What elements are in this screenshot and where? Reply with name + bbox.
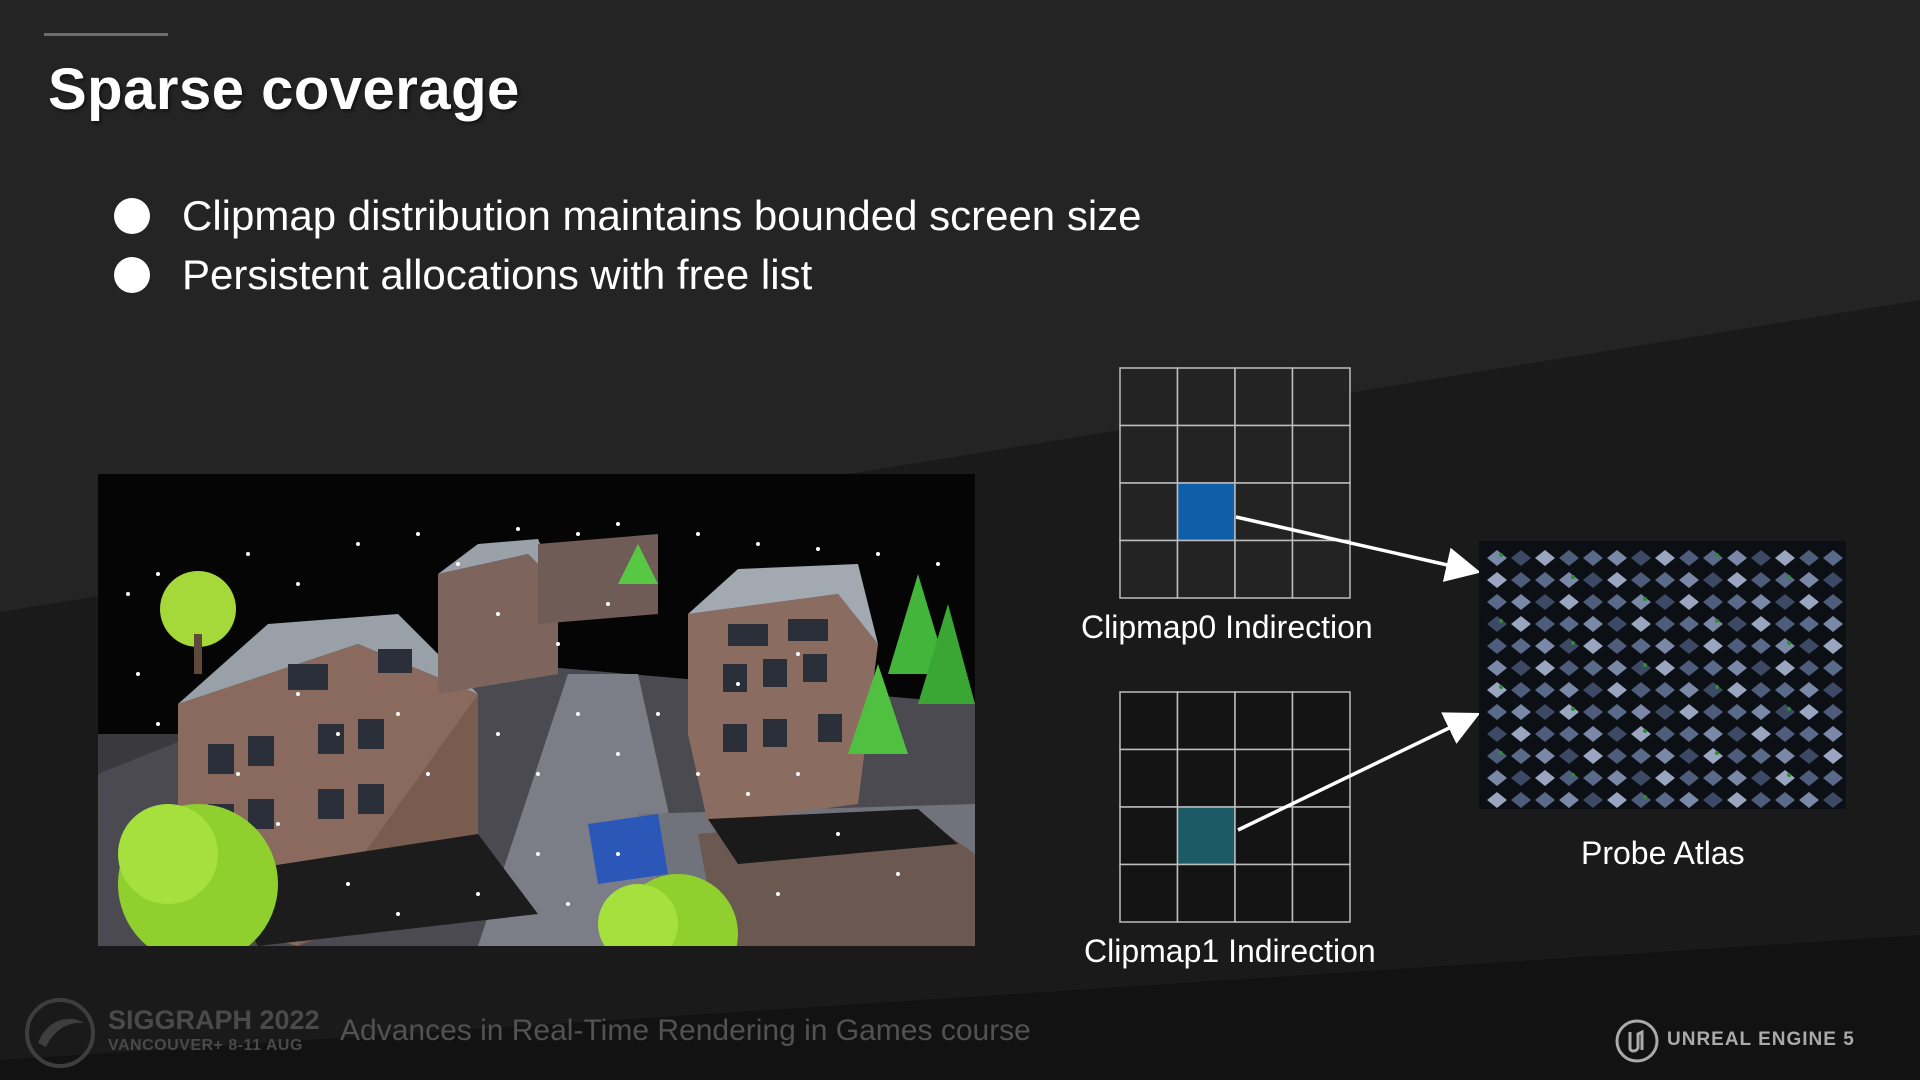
engine-name: UNREAL ENGINE 5 [1667, 1029, 1855, 1050]
slide-title: Sparse coverage [48, 57, 520, 122]
atlas-probe-speck [1643, 795, 1647, 799]
probe-atlas-label: Probe Atlas [1581, 835, 1745, 871]
slide: Sparse coverage Clipmap distribution mai… [0, 0, 1920, 1080]
conference-name: SIGGRAPH 2022 [108, 1005, 320, 1035]
atlas-probe-speck [1499, 553, 1503, 557]
atlas-probe-speck [1715, 553, 1719, 557]
atlas-probe-speck [1715, 619, 1719, 623]
course-name: Advances in Real-Time Rendering in Games… [340, 1014, 1031, 1047]
bullet-item: Clipmap distribution maintains bounded s… [114, 186, 1142, 245]
atlas-probe-speck [1571, 641, 1575, 645]
bullet-item: Persistent allocations with free list [114, 245, 1142, 304]
atlas-probe-speck [1643, 597, 1647, 601]
atlas-probe-speck [1499, 619, 1503, 623]
bullet-text: Clipmap distribution maintains bounded s… [182, 191, 1142, 239]
clipmap0-label: Clipmap0 Indirection [1081, 609, 1373, 645]
atlas-probe-speck [1499, 685, 1503, 689]
bullet-dot-icon [114, 197, 150, 234]
atlas-probe-speck [1571, 773, 1575, 777]
atlas-probe-speck [1643, 729, 1647, 733]
bullet-dot-icon [114, 256, 150, 293]
probe-atlas-image [1479, 541, 1846, 809]
atlas-probe-speck [1571, 707, 1575, 711]
bullet-text: Persistent allocations with free list [182, 250, 813, 298]
atlas-probe-speck [1787, 707, 1791, 711]
unreal-engine-logo-icon [1615, 1019, 1659, 1063]
clipmap1-label: Clipmap1 Indirection [1084, 933, 1376, 969]
title-rule [44, 33, 168, 36]
atlas-probe-speck [1787, 773, 1791, 777]
conference-subtitle: VANCOUVER+ 8-11 AUG [108, 1037, 303, 1054]
atlas-probe-speck [1787, 641, 1791, 645]
atlas-probe-speck [1715, 685, 1719, 689]
scene-screenshot [98, 474, 975, 946]
siggraph-logo-icon [25, 998, 95, 1068]
atlas-probe-speck [1643, 663, 1647, 667]
atlas-probe-speck [1499, 751, 1503, 755]
atlas-probe-speck [1715, 751, 1719, 755]
bullet-list: Clipmap distribution maintains bounded s… [114, 186, 1142, 304]
atlas-probe-speck [1787, 575, 1791, 579]
atlas-probe-speck [1571, 575, 1575, 579]
